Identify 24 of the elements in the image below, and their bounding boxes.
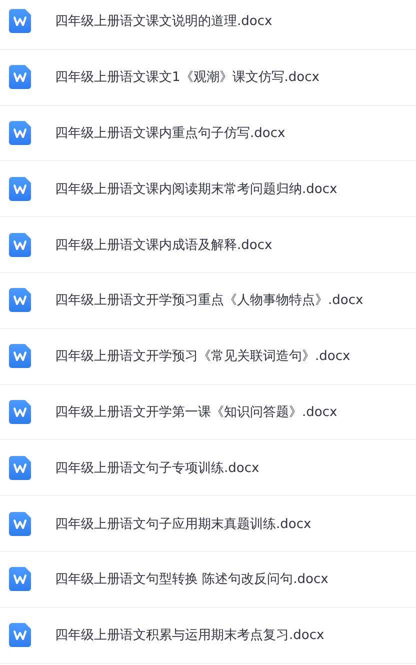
document-icon [9, 288, 31, 312]
document-icon [9, 120, 31, 145]
file-name[interactable]: 四年级上册语文课文说明的道理.docx [55, 12, 272, 30]
file-name[interactable]: 四年级上册语文句型转换 陈述句改反问句.docx [55, 570, 328, 588]
document-icon [9, 176, 31, 201]
document-icon [9, 9, 31, 34]
document-icon [9, 456, 31, 480]
document-icon [9, 344, 31, 368]
file-name[interactable]: 四年级上册语文开学预习重点《人物事物特点》.docx [55, 291, 364, 310]
file-name[interactable]: 四年级上册语文句子专项训练.docx [55, 458, 260, 477]
file-name[interactable]: 四年级上册语文积累与运用期末考点复习.docx [55, 626, 324, 644]
file-name[interactable]: 四年级上册语文句子应用期末真题训练.docx [55, 514, 312, 533]
document-icon [9, 512, 31, 536]
document-icon [9, 623, 31, 648]
file-name[interactable]: 四年级上册语文开学第一课《知识问答题》.docx [55, 402, 338, 421]
document-icon [9, 65, 31, 90]
document-icon [9, 567, 31, 592]
file-name[interactable]: 四年级上册语文课内成语及解释.docx [55, 236, 272, 254]
file-name[interactable]: 四年级上册语文开学预习《常见关联词造句》.docx [55, 347, 350, 366]
file-name[interactable]: 四年级上册语文课内重点句子仿写.docx [55, 124, 286, 142]
document-icon [9, 232, 31, 257]
file-name[interactable]: 四年级上册语文课内阅读期末常考问题归纳.docx [55, 180, 338, 198]
file-name[interactable]: 四年级上册语文课文1《观潮》课文仿写.docx [55, 68, 320, 86]
document-icon [9, 400, 31, 424]
